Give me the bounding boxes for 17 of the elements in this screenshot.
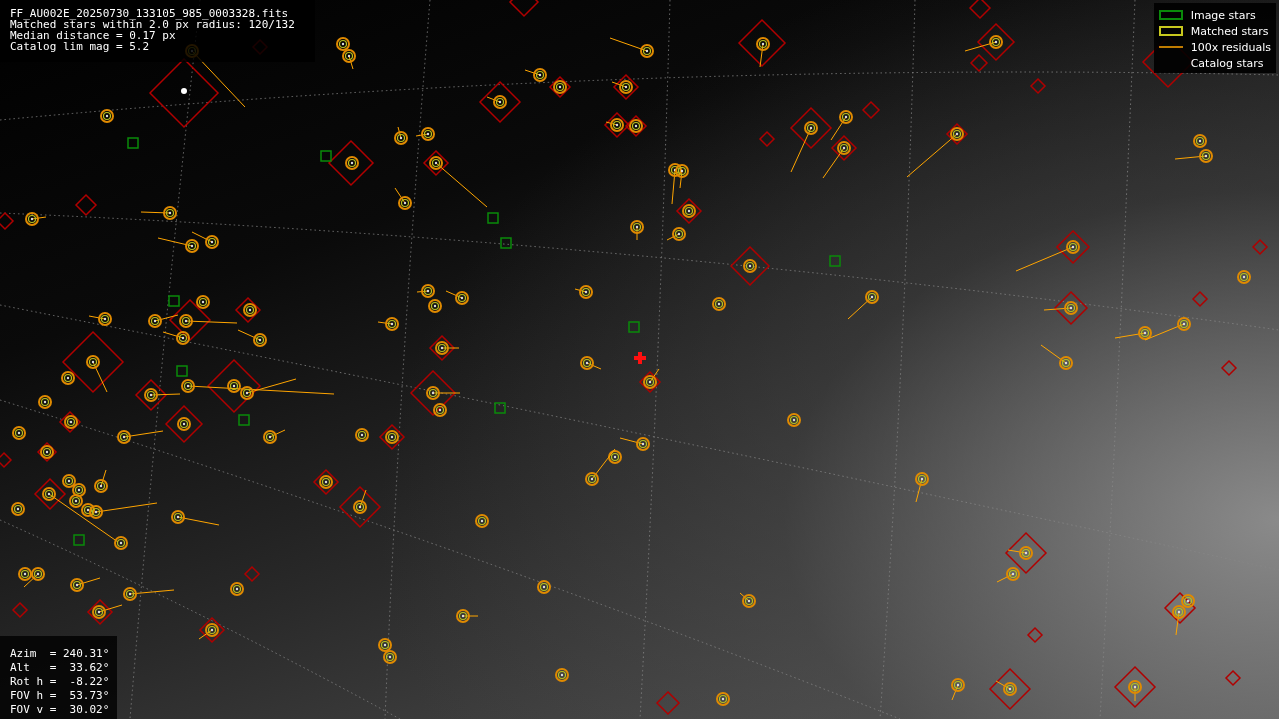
pointing-text: Azim = 240.31° [10, 648, 110, 659]
legend-label: Image stars [1190, 8, 1256, 22]
legend-label: 100x residuals [1190, 40, 1271, 54]
center-cross-icon [634, 352, 646, 364]
legend-label: Matched stars [1190, 24, 1269, 38]
legend-label: Catalog stars [1190, 56, 1264, 70]
pointing-text: FOV h = 53.73° [10, 690, 110, 701]
pointing-text: Alt = 33.62° [10, 662, 110, 673]
square-icon [1158, 10, 1183, 20]
square-icon [1158, 26, 1183, 36]
info-text: Median distance = 0.17 px [10, 30, 176, 41]
line-icon [1158, 46, 1183, 48]
info-text: FF_AU002E_20250730_133105_985_0003328.fits [10, 8, 290, 19]
pointing-text: Rot h = -8.22° [10, 676, 110, 687]
info-text: Matched stars within 2.0 px radius: 120/132 [10, 19, 295, 30]
pointing-text: FOV v = 30.02° [10, 704, 110, 715]
info-text: Catalog lim mag = 5.2 [10, 41, 151, 52]
